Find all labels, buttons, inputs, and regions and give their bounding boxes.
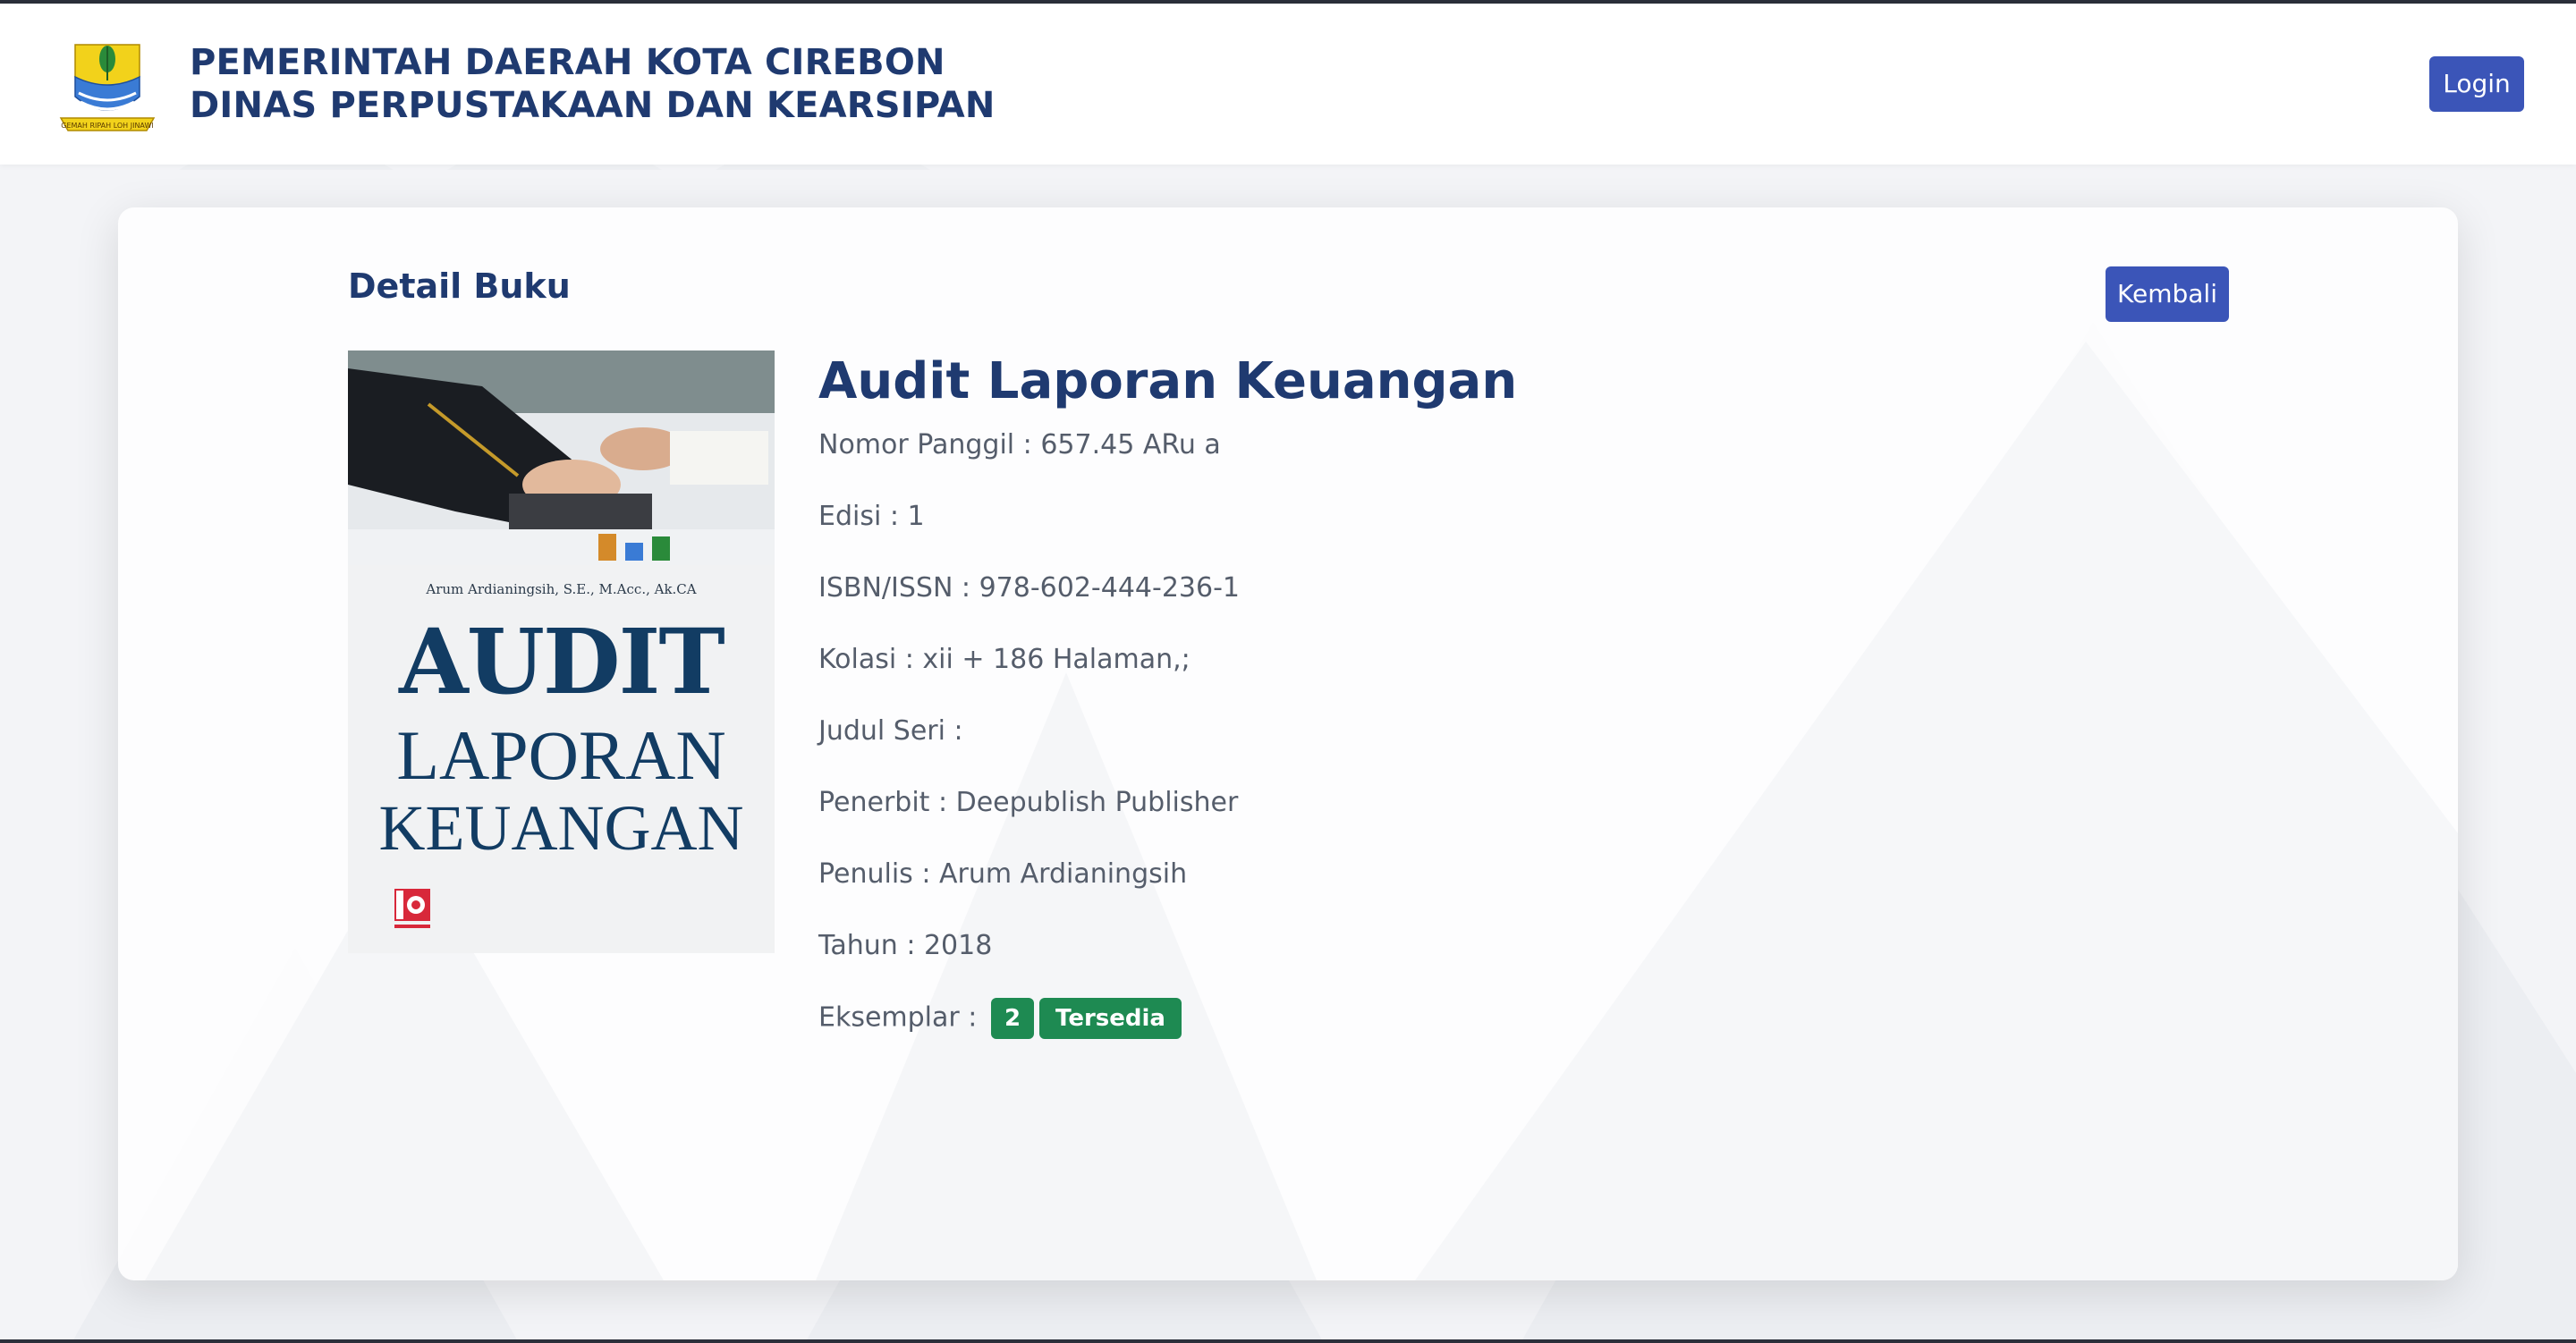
field-value: xii + 186 Halaman,; (913, 644, 1191, 675)
field-label: Tahun : (818, 930, 916, 961)
field-call-number: Nomor Panggil : 657.45 ARu a (818, 427, 1221, 463)
field-label: Penerbit : (818, 787, 948, 818)
copies-count-badge: 2 (990, 998, 1035, 1039)
field-label: Judul Seri : (818, 715, 963, 747)
svg-text:GEMAH RIPAH LOH JINAWI: GEMAH RIPAH LOH JINAWI (61, 122, 153, 130)
top-navbar: GEMAH RIPAH LOH JINAWI PEMERINTAH DAERAH… (0, 4, 2576, 165)
organization-line2: DINAS PERPUSTAKAAN DAN KEARSIPAN (190, 85, 996, 126)
field-publisher: Penerbit : Deepublish Publisher (818, 785, 1238, 821)
field-value: 1 (898, 501, 925, 532)
field-edition: Edisi : 1 (818, 499, 925, 535)
cover-title-line1: AUDIT (399, 609, 725, 714)
back-button[interactable]: Kembali (2106, 266, 2229, 322)
organization-name: PEMERINTAH DAERAH KOTA CIREBON DINAS PER… (190, 41, 996, 127)
field-author: Penulis : Arum Ardianingsih (818, 857, 1187, 892)
cover-title-line2: LAPORAN (396, 716, 726, 794)
book-title: Audit Laporan Keuangan (818, 352, 1518, 410)
organization-line1: PEMERINTAH DAERAH KOTA CIREBON (190, 42, 945, 83)
field-label: Eksemplar : (818, 1001, 978, 1034)
field-value: Arum Ardianingsih (930, 858, 1188, 890)
field-label: Kolasi : (818, 644, 914, 675)
publisher-logo-icon (394, 889, 430, 928)
field-isbn: ISBN/ISSN : 978-602-444-236-1 (818, 570, 1240, 606)
field-value: 2018 (915, 930, 993, 961)
field-year: Tahun : 2018 (818, 928, 992, 964)
field-value: Deepublish Publisher (947, 787, 1239, 818)
field-label: Edisi : (818, 501, 899, 532)
book-cover-image: Arum Ardianingsih, S.E., M.Acc., Ak.CA A… (348, 351, 775, 953)
field-series-title: Judul Seri : (818, 714, 963, 749)
field-collation: Kolasi : xii + 186 Halaman,; (818, 642, 1191, 678)
field-copies: Eksemplar : 2 Tersedia (818, 998, 1182, 1039)
field-value: 978-602-444-236-1 (970, 572, 1241, 604)
availability-status-badge: Tersedia (1039, 998, 1182, 1039)
login-button[interactable]: Login (2429, 56, 2524, 112)
field-label: Penulis : (818, 858, 931, 890)
field-value: 657.45 ARu a (1031, 429, 1221, 460)
field-label: Nomor Panggil : (818, 429, 1032, 460)
book-detail-card: Detail Buku Kembali Arum Ardianingsih, S… (118, 207, 2458, 1280)
cover-title-line3: KEUANGAN (378, 792, 744, 864)
cover-photo-illustration (348, 351, 775, 565)
cirebon-crest-icon: GEMAH RIPAH LOH JINAWI (59, 44, 156, 131)
field-label: ISBN/ISSN : (818, 572, 971, 604)
page-title: Detail Buku (348, 266, 571, 306)
cover-author: Arum Ardianingsih, S.E., M.Acc., Ak.CA (426, 581, 697, 597)
bottom-border (0, 1339, 2576, 1343)
